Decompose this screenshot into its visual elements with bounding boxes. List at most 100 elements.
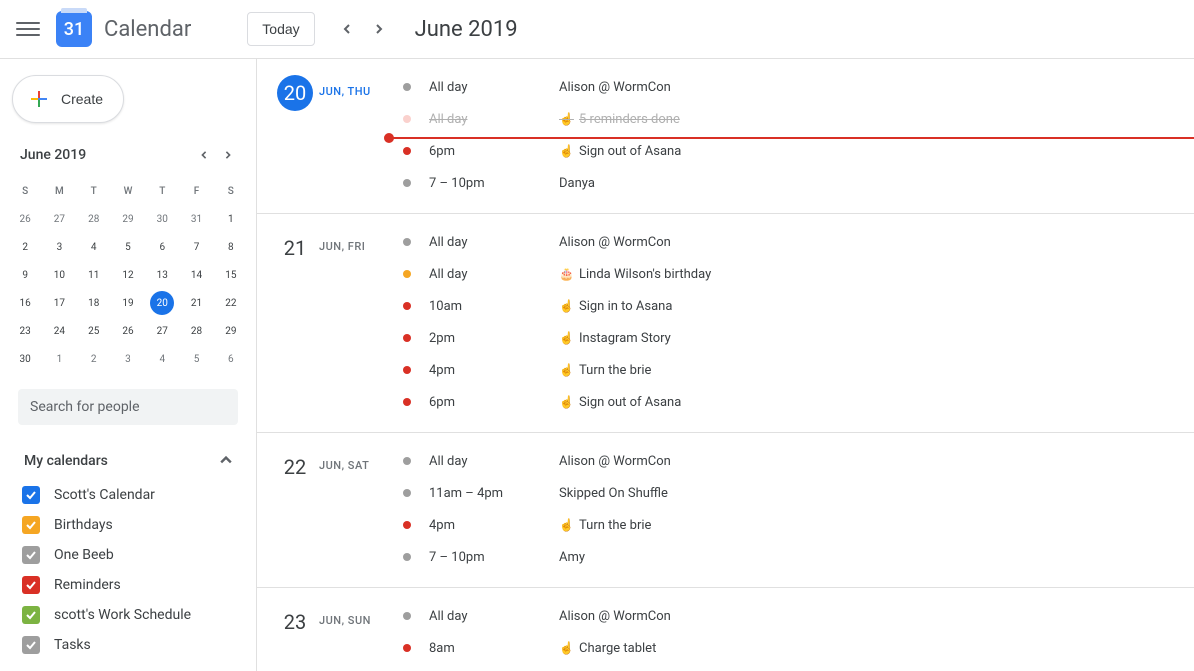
mini-day[interactable]: 24 bbox=[42, 317, 76, 345]
mini-day[interactable]: 3 bbox=[111, 345, 145, 373]
mini-day[interactable]: 8 bbox=[214, 233, 248, 261]
calendar-label: Tasks bbox=[54, 637, 91, 653]
event-title: ☝5 reminders done bbox=[559, 112, 680, 127]
reminder-icon: ☝ bbox=[559, 299, 573, 313]
mini-day[interactable]: 2 bbox=[8, 233, 42, 261]
mini-day[interactable]: 26 bbox=[8, 205, 42, 233]
app-title: Calendar bbox=[104, 17, 191, 42]
main-menu-button[interactable] bbox=[16, 17, 40, 41]
reminder-icon: ☝ bbox=[559, 641, 573, 655]
mini-prev-button[interactable] bbox=[192, 143, 216, 167]
mini-day[interactable]: 1 bbox=[214, 205, 248, 233]
event-row[interactable]: 6pm☝Sign out of Asana bbox=[399, 135, 1194, 167]
mini-day[interactable]: 28 bbox=[179, 317, 213, 345]
mini-day[interactable]: 30 bbox=[8, 345, 42, 373]
search-people-input[interactable]: Search for people bbox=[18, 389, 238, 425]
mini-day[interactable]: 29 bbox=[214, 317, 248, 345]
event-row[interactable]: 4 – 5pmMeal Prep bbox=[399, 664, 1194, 671]
mini-day[interactable]: 25 bbox=[77, 317, 111, 345]
mini-day[interactable]: 11 bbox=[77, 261, 111, 289]
event-color-dot bbox=[403, 83, 411, 91]
reminder-icon: ☝ bbox=[559, 518, 573, 532]
mini-day[interactable]: 5 bbox=[111, 233, 145, 261]
event-row[interactable]: All dayAlison @ WormCon bbox=[399, 71, 1194, 103]
event-row[interactable]: 8am☝Charge tablet bbox=[399, 632, 1194, 664]
mini-day[interactable]: 21 bbox=[179, 289, 213, 317]
calendar-item[interactable]: Tasks bbox=[18, 630, 238, 660]
mini-day[interactable]: 4 bbox=[77, 233, 111, 261]
event-title: ☝Sign out of Asana bbox=[559, 144, 681, 159]
mini-day[interactable]: 30 bbox=[145, 205, 179, 233]
next-period-button[interactable] bbox=[363, 13, 395, 45]
event-row[interactable]: 4pm☝Turn the brie bbox=[399, 509, 1194, 541]
event-title: Alison @ WormCon bbox=[559, 454, 671, 469]
event-row[interactable]: 10am☝Sign in to Asana bbox=[399, 290, 1194, 322]
create-button[interactable]: Create bbox=[12, 75, 124, 123]
mini-day[interactable]: 31 bbox=[179, 205, 213, 233]
plus-icon bbox=[27, 87, 51, 111]
event-row[interactable]: 2pm☝Instagram Story bbox=[399, 322, 1194, 354]
calendar-item[interactable]: Reminders bbox=[18, 570, 238, 600]
mini-day[interactable]: 15 bbox=[214, 261, 248, 289]
mini-dow: S bbox=[8, 177, 42, 205]
mini-dow: T bbox=[77, 177, 111, 205]
event-row[interactable]: 7 – 10pmDanya bbox=[399, 167, 1194, 199]
event-row[interactable]: All day☝5 reminders done bbox=[399, 103, 1194, 135]
mini-day[interactable]: 4 bbox=[145, 345, 179, 373]
mini-day[interactable]: 6 bbox=[214, 345, 248, 373]
checkbox-icon bbox=[22, 486, 40, 504]
mini-day[interactable]: 3 bbox=[42, 233, 76, 261]
event-time: 6pm bbox=[429, 395, 559, 410]
mini-day[interactable]: 9 bbox=[8, 261, 42, 289]
event-row[interactable]: All dayAlison @ WormCon bbox=[399, 445, 1194, 477]
event-row[interactable]: All dayAlison @ WormCon bbox=[399, 226, 1194, 258]
mini-day[interactable]: 17 bbox=[42, 289, 76, 317]
mini-day[interactable]: 16 bbox=[8, 289, 42, 317]
mini-next-button[interactable] bbox=[216, 143, 240, 167]
today-button[interactable]: Today bbox=[247, 12, 314, 46]
calendar-label: scott's Work Schedule bbox=[54, 607, 191, 623]
prev-period-button[interactable] bbox=[331, 13, 363, 45]
my-calendars-toggle[interactable]: My calendars bbox=[18, 441, 238, 480]
event-row[interactable]: All dayAlison @ WormCon bbox=[399, 600, 1194, 632]
mini-day[interactable]: 22 bbox=[214, 289, 248, 317]
mini-day[interactable]: 23 bbox=[8, 317, 42, 345]
mini-day[interactable]: 10 bbox=[42, 261, 76, 289]
mini-day[interactable]: 12 bbox=[111, 261, 145, 289]
mini-day[interactable]: 1 bbox=[42, 345, 76, 373]
event-row[interactable]: 11am – 4pmSkipped On Shuffle bbox=[399, 477, 1194, 509]
mini-day[interactable]: 7 bbox=[179, 233, 213, 261]
calendar-item[interactable]: scott's Work Schedule bbox=[18, 600, 238, 630]
checkbox-icon bbox=[22, 546, 40, 564]
calendar-item[interactable]: One Beeb bbox=[18, 540, 238, 570]
calendar-item[interactable]: Scott's Calendar bbox=[18, 480, 238, 510]
day-number[interactable]: 20 bbox=[277, 75, 313, 111]
day-block: 20Jun, ThuAll dayAlison @ WormConAll day… bbox=[257, 59, 1194, 214]
mini-day[interactable]: 2 bbox=[77, 345, 111, 373]
mini-day[interactable]: 20 bbox=[145, 289, 179, 317]
mini-calendar-title: June 2019 bbox=[20, 147, 86, 163]
mini-day[interactable]: 19 bbox=[111, 289, 145, 317]
day-number[interactable]: 23 bbox=[277, 604, 313, 640]
calendar-item[interactable]: Birthdays bbox=[18, 510, 238, 540]
event-time: 7 – 10pm bbox=[429, 550, 559, 565]
mini-day[interactable]: 27 bbox=[42, 205, 76, 233]
mini-day[interactable]: 27 bbox=[145, 317, 179, 345]
mini-day[interactable]: 28 bbox=[77, 205, 111, 233]
event-color-dot bbox=[403, 366, 411, 374]
day-number[interactable]: 22 bbox=[277, 449, 313, 485]
mini-day[interactable]: 5 bbox=[179, 345, 213, 373]
event-row[interactable]: All day🎂Linda Wilson's birthday bbox=[399, 258, 1194, 290]
mini-day[interactable]: 26 bbox=[111, 317, 145, 345]
mini-day[interactable]: 13 bbox=[145, 261, 179, 289]
event-row[interactable]: 6pm☝Sign out of Asana bbox=[399, 386, 1194, 418]
mini-day[interactable]: 14 bbox=[179, 261, 213, 289]
event-time: 4pm bbox=[429, 518, 559, 533]
mini-day[interactable]: 18 bbox=[77, 289, 111, 317]
event-row[interactable]: 7 – 10pmAmy bbox=[399, 541, 1194, 573]
event-time: All day bbox=[429, 112, 559, 127]
mini-day[interactable]: 29 bbox=[111, 205, 145, 233]
event-row[interactable]: 4pm☝Turn the brie bbox=[399, 354, 1194, 386]
day-number[interactable]: 21 bbox=[277, 230, 313, 266]
mini-day[interactable]: 6 bbox=[145, 233, 179, 261]
